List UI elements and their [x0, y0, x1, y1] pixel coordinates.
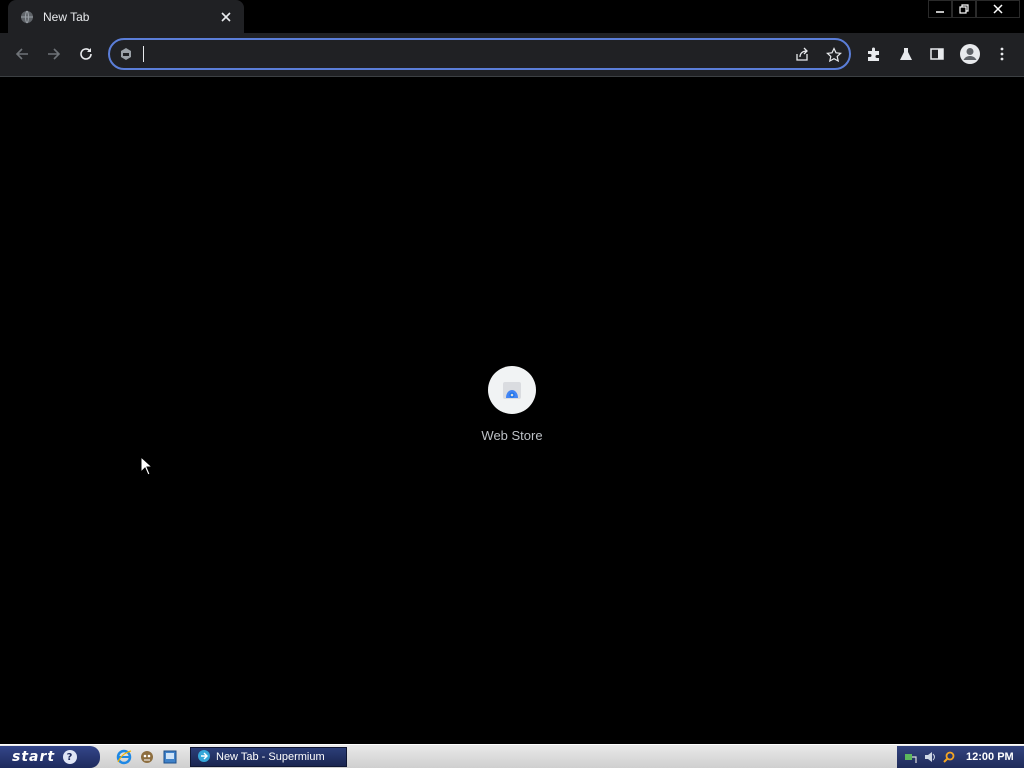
tab-title: New Tab [43, 9, 90, 24]
restore-icon[interactable] [952, 0, 976, 18]
shortcut-tile-web-store[interactable]: Web Store [472, 366, 552, 446]
puzzle-icon[interactable] [859, 39, 889, 69]
taskbar: start ? New Tab - Supermium 12:00 PM [0, 744, 1024, 768]
tab-strip: New Tab [0, 0, 1024, 33]
search-icon[interactable] [941, 749, 957, 765]
search-engine-icon [119, 47, 133, 61]
address-input[interactable] [140, 44, 780, 64]
mouse-pointer-icon [140, 455, 154, 481]
show-desktop-icon[interactable] [161, 748, 179, 766]
back-arrow-icon[interactable] [7, 39, 37, 69]
reload-icon[interactable] [71, 39, 101, 69]
internet-explorer-icon[interactable] [115, 748, 133, 766]
network-icon[interactable] [903, 749, 919, 765]
side-panel-icon[interactable] [922, 39, 952, 69]
address-bar[interactable] [108, 38, 851, 70]
flask-icon[interactable] [891, 39, 921, 69]
explorer-icon[interactable] [138, 748, 156, 766]
forward-arrow-icon[interactable] [39, 39, 69, 69]
task-label: New Tab - Supermium [216, 751, 325, 763]
system-tray: 12:00 PM [897, 746, 1024, 768]
start-orb-icon: ? [63, 750, 78, 764]
new-tab-page: Web Store [0, 77, 1024, 744]
close-icon[interactable] [218, 9, 234, 25]
minimize-icon[interactable] [928, 0, 952, 18]
tab-new-tab[interactable]: New Tab [8, 0, 244, 33]
clock: 12:00 PM [966, 751, 1014, 763]
shortcut-label: Web Store [481, 428, 543, 443]
share-icon[interactable] [791, 44, 813, 66]
start-label: start [12, 749, 56, 765]
text-caret [143, 46, 144, 62]
supermium-icon [197, 749, 211, 766]
volume-icon[interactable] [922, 749, 938, 765]
taskbar-task-supermium[interactable]: New Tab - Supermium [190, 747, 347, 767]
web-store-icon [488, 366, 536, 414]
globe-icon [20, 10, 34, 24]
profile-icon[interactable] [955, 39, 985, 69]
close-icon[interactable] [976, 0, 1020, 18]
more-vert-icon[interactable] [987, 39, 1017, 69]
start-button[interactable]: start ? [0, 746, 100, 768]
star-icon[interactable] [823, 44, 845, 66]
window-controls [928, 0, 1020, 18]
browser-toolbar [0, 33, 1024, 77]
